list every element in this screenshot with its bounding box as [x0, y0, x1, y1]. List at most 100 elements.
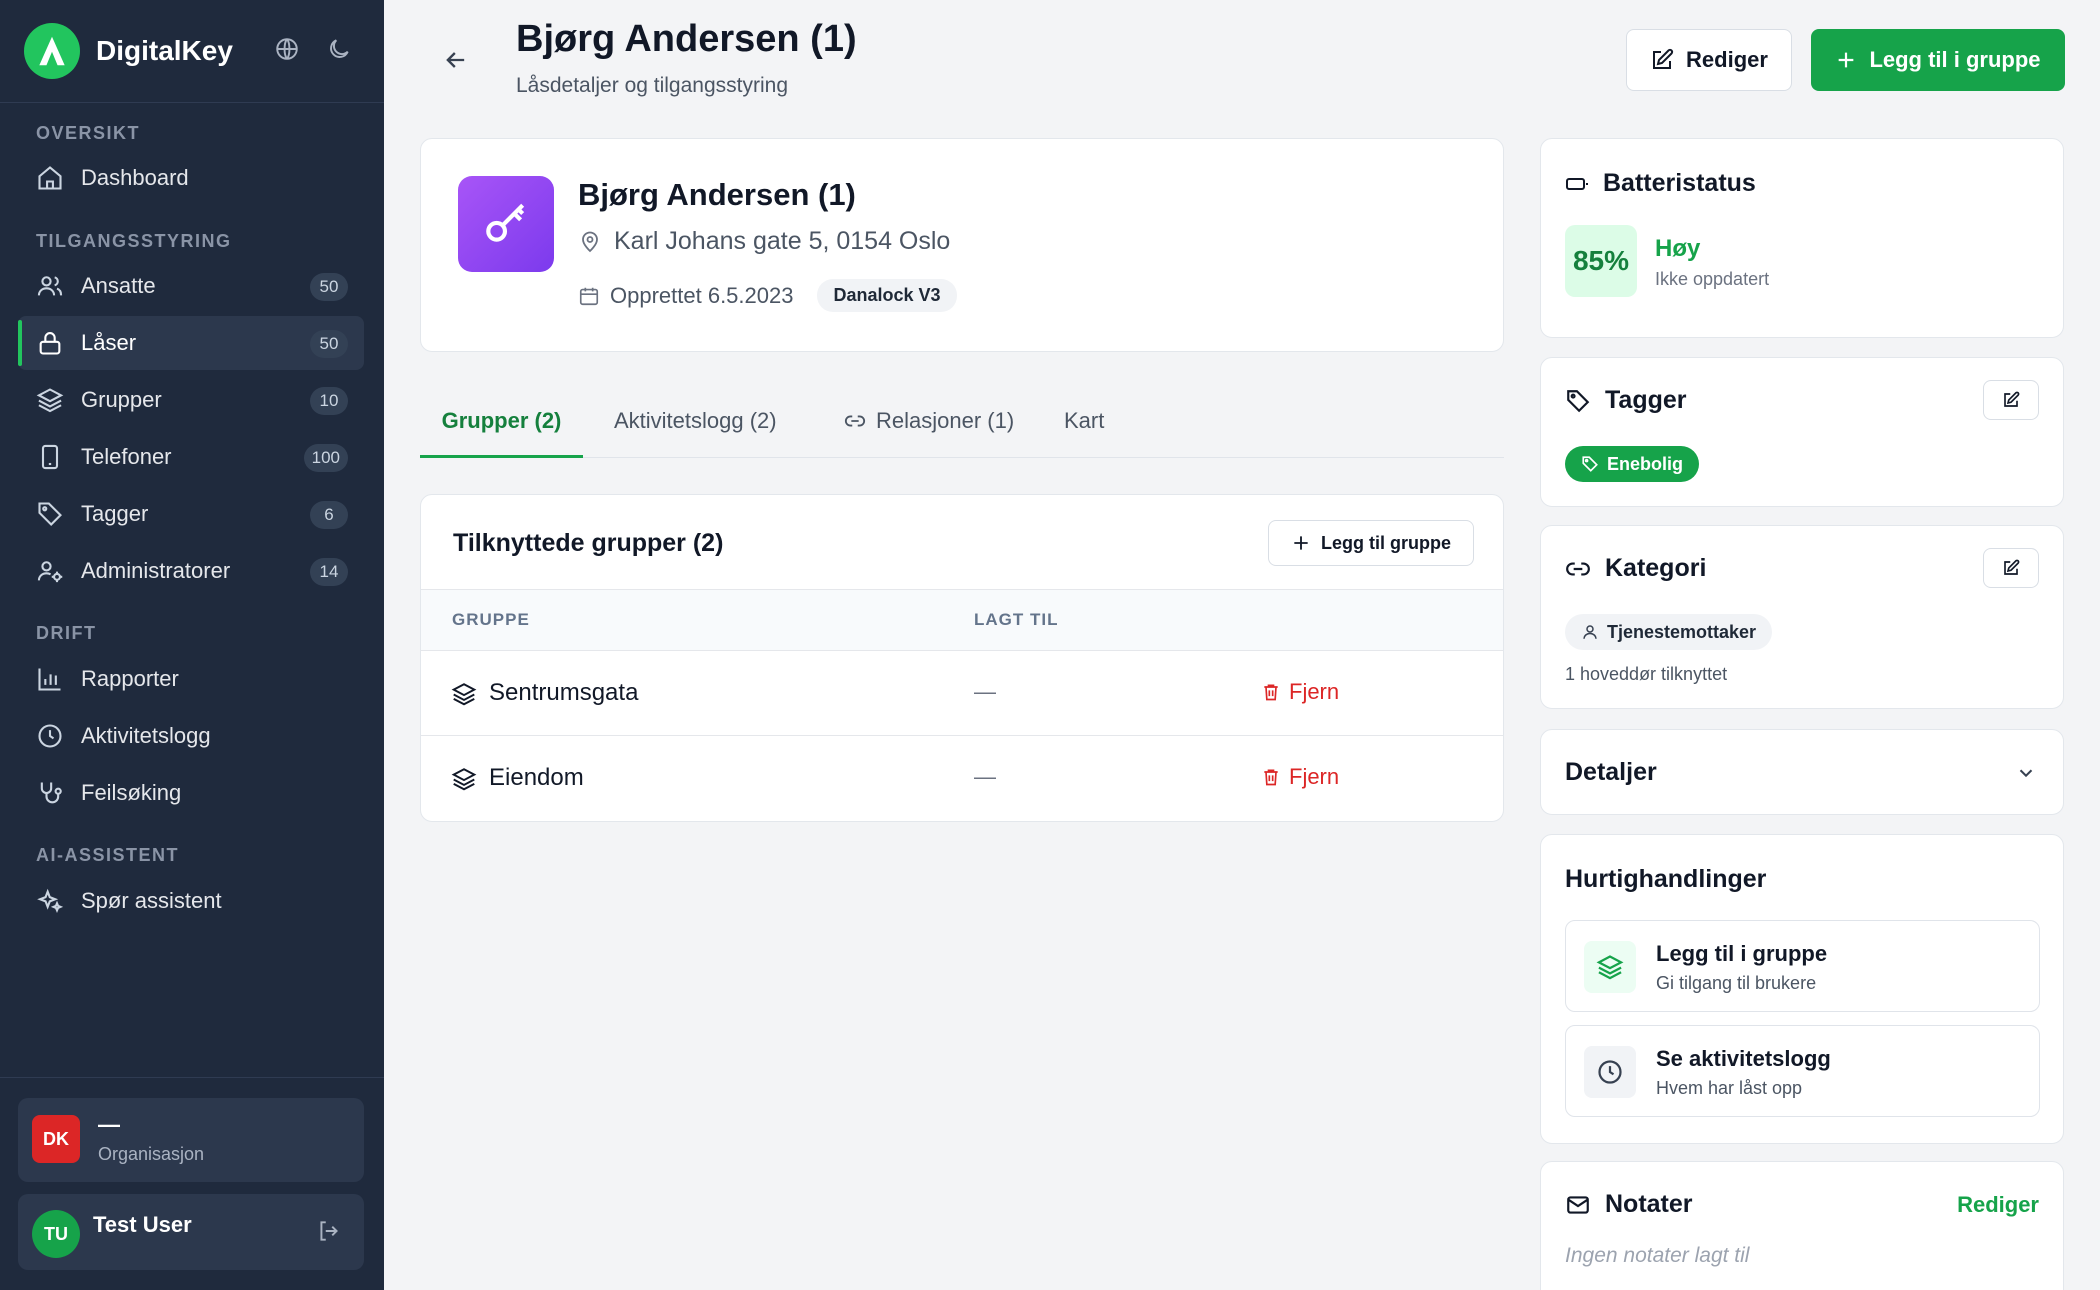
- plus-icon: [1291, 533, 1311, 553]
- calendar-icon: [578, 285, 600, 307]
- sidebar-item-label: Spør assistent: [81, 888, 222, 913]
- edit-button[interactable]: Rediger: [1626, 29, 1792, 91]
- remove-label: Fjern: [1289, 679, 1340, 704]
- sidebar-item-tagger[interactable]: Tagger 6: [18, 487, 364, 541]
- tags-title: Tagger: [1565, 386, 1687, 415]
- count-badge: 50: [310, 330, 348, 358]
- add-to-group-button[interactable]: Legg til i gruppe: [1811, 29, 2065, 91]
- app-logo: [24, 23, 80, 79]
- sidebar-item-aktivitetslogg[interactable]: Aktivitetslogg: [18, 709, 364, 763]
- sidebar-item-spor-assistent[interactable]: Spør assistent: [18, 874, 364, 928]
- home-icon: [36, 164, 64, 192]
- quick-actions-title: Hurtighandlinger: [1565, 865, 1767, 893]
- tag-icon: [1581, 455, 1599, 473]
- sidebar-item-rapporter[interactable]: Rapporter: [18, 652, 364, 706]
- quick-action-sub: Gi tilgang til brukere: [1656, 973, 1817, 993]
- sidebar-item-laser[interactable]: Låser 50: [18, 316, 364, 370]
- quick-action-add-to-group[interactable]: Legg til i gruppe Gi tilgang til brukere: [1565, 920, 2040, 1012]
- remove-button[interactable]: Fjern: [1261, 679, 1339, 705]
- quick-action-activity-log[interactable]: Se aktivitetslogg Hvem har låst opp: [1565, 1025, 2040, 1117]
- sidebar-item-dashboard[interactable]: Dashboard: [18, 151, 364, 205]
- address-text: Karl Johans gate 5, 0154 Oslo: [614, 227, 951, 255]
- sidebar-item-telefoner[interactable]: Telefoner 100: [18, 430, 364, 484]
- back-arrow-icon[interactable]: [442, 46, 470, 74]
- divider: [0, 102, 384, 103]
- lock-address: Karl Johans gate 5, 0154 Oslo: [578, 227, 950, 256]
- tab-kart[interactable]: Kart: [1064, 408, 1104, 458]
- sidebar-item-label: Tagger: [81, 501, 149, 526]
- group-added: —: [974, 764, 996, 789]
- tab-label: Kart: [1064, 408, 1105, 433]
- remove-button[interactable]: Fjern: [1261, 764, 1339, 790]
- logout-icon[interactable]: [316, 1218, 342, 1244]
- model-badge: Danalock V3: [817, 279, 957, 312]
- battery-card: Batteristatus 85% Høy Ikke oppdatert: [1540, 138, 2064, 338]
- trash-icon: [1261, 682, 1281, 702]
- sidebar-item-label: Grupper: [81, 387, 162, 412]
- sidebar-item-feilsoking[interactable]: Feilsøking: [18, 766, 364, 820]
- plus-icon: [1835, 49, 1857, 71]
- count-badge: 10: [310, 387, 348, 415]
- key-icon: [458, 176, 554, 272]
- tab-label: Grupper (2): [441, 408, 562, 433]
- language-icon[interactable]: [274, 36, 300, 62]
- organization-switcher[interactable]: DK — Organisasjon: [18, 1098, 364, 1182]
- tab-bar: Grupper (2) Aktivitetslogg (2) Relasjone…: [420, 392, 1504, 458]
- battery-updated: Ikke oppdatert: [1655, 269, 1770, 289]
- edit-button-label: Rediger: [1686, 47, 1768, 72]
- edit-category-button[interactable]: [1983, 548, 2039, 588]
- count-badge: 6: [310, 501, 348, 529]
- group-name: Sentrumsgata: [489, 679, 639, 706]
- notes-card: Notater Rediger Ingen notater lagt til: [1540, 1161, 2064, 1290]
- quick-action-title: Legg til i gruppe: [1656, 941, 1828, 966]
- tab-relasjoner[interactable]: Relasjoner (1): [844, 408, 1014, 458]
- org-avatar: DK: [32, 1115, 80, 1163]
- column-header-gruppe: GRUPPE: [452, 610, 530, 629]
- sidebar-item-grupper[interactable]: Grupper 10: [18, 373, 364, 427]
- sidebar-item-ansatte[interactable]: Ansatte 50: [18, 259, 364, 313]
- dark-mode-icon[interactable]: [326, 36, 352, 62]
- group-added: —: [974, 679, 996, 704]
- link-icon: [844, 410, 866, 432]
- sidebar-item-label: Låser: [81, 330, 137, 355]
- count-badge: 100: [303, 444, 348, 472]
- tag-label: Enebolig: [1607, 453, 1683, 474]
- sidebar-item-label: Telefoner: [81, 444, 172, 469]
- group-name: Eiendom: [489, 764, 584, 791]
- table-row[interactable]: Sentrumsgata — Fjern: [421, 651, 1503, 736]
- section-label-ai-assistent: AI-ASSISTENT: [36, 845, 180, 865]
- link-icon: [1565, 556, 1591, 582]
- lock-summary-card: Bjørg Andersen (1) Karl Johans gate 5, 0…: [420, 138, 1504, 352]
- battery-title-label: Batteristatus: [1603, 169, 1756, 197]
- mail-icon: [1565, 1192, 1591, 1218]
- remove-label: Fjern: [1289, 764, 1340, 789]
- add-group-label: Legg til gruppe: [1321, 532, 1451, 553]
- section-label-oversikt: OVERSIKT: [36, 123, 141, 143]
- tab-aktivitetslogg[interactable]: Aktivitetslogg (2): [614, 408, 777, 458]
- battery-icon: [1565, 172, 1589, 196]
- chevron-down-icon: [2015, 762, 2037, 784]
- category-note: 1 hoveddør tilknyttet: [1565, 664, 1728, 684]
- tag-pill[interactable]: Enebolig: [1565, 446, 1699, 482]
- details-title: Detaljer: [1565, 758, 1657, 786]
- sidebar-item-label: Rapporter: [81, 666, 179, 691]
- table-row[interactable]: Eiendom — Fjern: [421, 736, 1503, 821]
- sidebar-item-label: Aktivitetslogg: [81, 723, 211, 748]
- divider: [0, 1077, 384, 1078]
- edit-notes-link[interactable]: Rediger: [1957, 1192, 2039, 1218]
- map-pin-icon: [578, 230, 602, 254]
- sidebar: DigitalKey OVERSIKT Dashboard TILGANGSST…: [0, 0, 384, 1290]
- phone-icon: [36, 443, 64, 471]
- user-card[interactable]: TU Test User: [18, 1194, 364, 1270]
- sidebar-item-administratorer[interactable]: Administratorer 14: [18, 544, 364, 598]
- tab-grupper[interactable]: Grupper (2): [420, 408, 583, 458]
- users-icon: [36, 272, 64, 300]
- user-icon: [1581, 623, 1599, 641]
- add-group-button[interactable]: Legg til gruppe: [1268, 520, 1474, 566]
- brand[interactable]: DigitalKey: [24, 22, 233, 80]
- details-accordion[interactable]: Detaljer: [1540, 729, 2064, 815]
- edit-tags-button[interactable]: [1983, 380, 2039, 420]
- lock-icon: [36, 329, 64, 357]
- quick-actions-card: Hurtighandlinger Legg til i gruppe Gi ti…: [1540, 834, 2064, 1144]
- app-name: DigitalKey: [96, 35, 233, 66]
